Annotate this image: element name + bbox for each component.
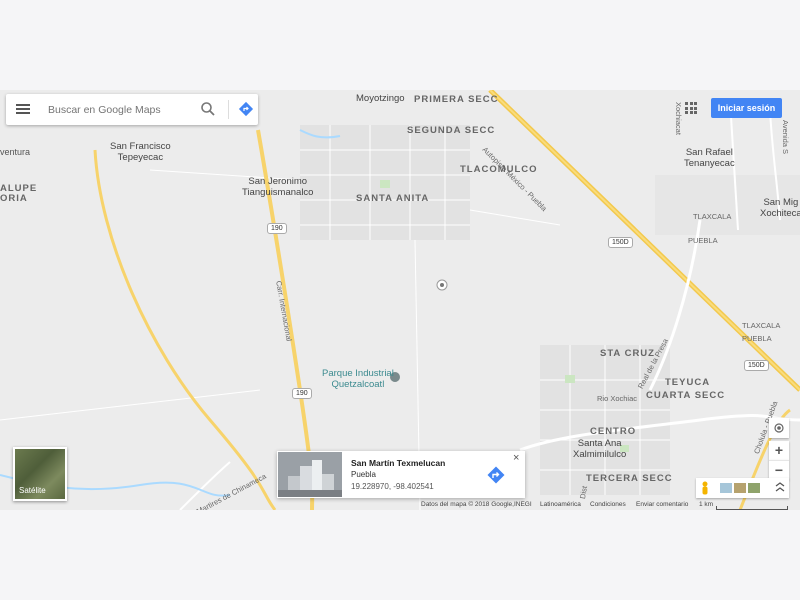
- scale-bar: [716, 506, 788, 510]
- close-icon[interactable]: ×: [513, 452, 519, 464]
- search-icon[interactable]: [200, 101, 216, 117]
- place-label-segunda-secc: SEGUNDA SECC: [407, 125, 496, 136]
- road-label-tlaxcala-2: TLAXCALA: [742, 321, 781, 330]
- menu-icon[interactable]: [16, 102, 30, 116]
- place-label-santa-ana: Santa Ana Xalmimilulco: [573, 438, 626, 460]
- apps-grid-icon[interactable]: [685, 102, 697, 114]
- place-label-moyotzingo: Moyotzingo: [356, 93, 405, 104]
- place-label-santa-anita: SANTA ANITA: [356, 193, 430, 204]
- road-label-avenida: Avenida S: [781, 120, 790, 155]
- road-label-rio-xochiac: Rio Xochiac: [597, 394, 638, 403]
- directions-icon[interactable]: [238, 101, 254, 117]
- highway-shield-190-b: 190: [292, 388, 312, 399]
- poi-line: Quetzalcoatl: [331, 379, 385, 390]
- attribution-text: Datos del mapa © 2018 Google,INEGI: [421, 501, 532, 508]
- region-link[interactable]: Latinoamérica: [540, 501, 581, 508]
- search-box: [6, 94, 258, 125]
- place-card[interactable]: San Martín Texmelucan Puebla 19.228970, …: [277, 451, 525, 498]
- place-line: San Rafael: [685, 147, 733, 158]
- place-line: Tenanyecac: [684, 158, 735, 169]
- place-label-san-rafael: San Rafael Tenanyecac: [684, 147, 735, 169]
- place-label-oria: ORIA: [0, 193, 28, 204]
- place-label-cuarta-secc: CUARTA SECC: [646, 390, 726, 401]
- satellite-label: Satélite: [19, 486, 46, 495]
- poi-line: Parque Industrial: [322, 368, 394, 379]
- terms-link[interactable]: Condiciones: [590, 501, 626, 508]
- place-label-san-mig: San Mig Xochiteca: [760, 197, 800, 219]
- map-canvas[interactable]: ventura ALUPE ORIA Moyotzingo PRIMERA SE…: [0, 90, 800, 510]
- highway-shield-190: 190: [267, 223, 287, 234]
- place-line: Santa Ana: [577, 438, 622, 449]
- directions-icon[interactable]: [485, 464, 507, 486]
- place-label-teyuca: TEYUCA: [665, 377, 711, 388]
- place-label-san-jeronimo: San Jeronimo Tianguismanalco: [242, 176, 313, 198]
- place-label-san-francisco: San Francisco Tepeyecac: [110, 141, 171, 163]
- place-line: San Jeronimo: [248, 176, 308, 187]
- my-location-button[interactable]: [769, 418, 789, 438]
- place-line: Tepeyecac: [117, 152, 164, 163]
- place-photo-image: [278, 452, 342, 497]
- place-line: San Mig: [763, 197, 799, 208]
- scale-label[interactable]: 1 km: [699, 501, 713, 508]
- place-line: San Francisco: [110, 141, 171, 152]
- zoom-in-button[interactable]: +: [769, 441, 789, 460]
- place-label-centro: CENTRO: [590, 426, 637, 437]
- place-line: Tianguismanalco: [242, 187, 314, 198]
- place-coordinates: 19.228970, -98.402541: [351, 482, 434, 491]
- place-photo[interactable]: [278, 452, 342, 497]
- place-line: Xalmimilulco: [573, 449, 627, 460]
- layers-bar-icons: [702, 481, 785, 495]
- layers-bar: [696, 478, 789, 498]
- road-label-puebla-2: PUEBLA: [742, 334, 772, 343]
- place-label-ventura: ventura: [0, 147, 31, 157]
- place-title: San Martín Texmelucan: [351, 458, 446, 468]
- highway-shield-150d: 150D: [608, 237, 633, 248]
- my-location-icon: [774, 423, 784, 433]
- highway-shield-150d-b: 150D: [744, 360, 769, 371]
- satellite-toggle[interactable]: Satélite: [13, 447, 67, 501]
- zoom-controls: + −: [769, 418, 789, 480]
- map-footer: Datos del mapa © 2018 Google,INEGI Latin…: [0, 500, 800, 510]
- search-input[interactable]: [46, 101, 195, 119]
- road-label-tlaxcala: TLAXCALA: [693, 212, 732, 221]
- place-line: Xochiteca: [760, 208, 800, 219]
- place-label-tercera-secc: TERCERA SECC: [586, 473, 673, 484]
- search-divider: [228, 100, 229, 119]
- road-label-xochiacat: Xochiacat: [674, 102, 683, 135]
- place-label-primera-secc: PRIMERA SECC: [414, 94, 499, 105]
- poi-parque-industrial[interactable]: Parque Industrial Quetzalcoatl: [322, 368, 394, 390]
- feedback-link[interactable]: Enviar comentario: [636, 501, 688, 508]
- road-label-puebla: PUEBLA: [688, 236, 718, 245]
- signin-button[interactable]: Iniciar sesión: [711, 98, 782, 118]
- place-subtitle: Puebla: [351, 470, 376, 479]
- zoom-out-button[interactable]: −: [769, 460, 789, 480]
- place-label-sta-cruz: STA CRUZ: [600, 348, 655, 359]
